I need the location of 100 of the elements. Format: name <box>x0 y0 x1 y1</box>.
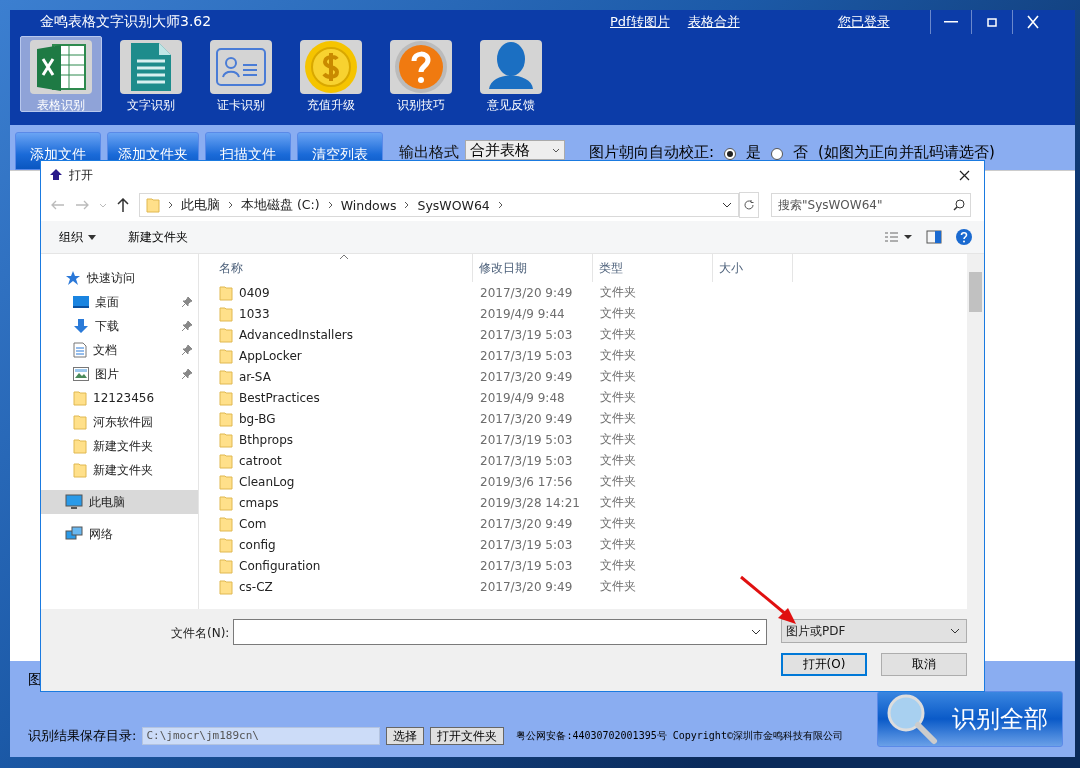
file-name[interactable]: CleanLog <box>239 474 295 489</box>
file-name[interactable]: bg-BG <box>239 411 276 426</box>
modified-date: 2017/3/19 5:03 <box>479 348 574 363</box>
folder-icon <box>219 410 233 427</box>
nav-label: 图片 <box>95 365 120 383</box>
chevron-right-icon[interactable] <box>168 201 173 209</box>
file-name[interactable]: cs-CZ <box>239 579 273 594</box>
nav-label: 桌面 <box>95 293 120 311</box>
breadcrumb[interactable]: SysWOW64 <box>417 197 490 213</box>
refresh-icon[interactable] <box>743 199 755 211</box>
file-name[interactable]: 0409 <box>239 285 270 300</box>
coin-icon <box>303 39 359 95</box>
file-type: 文件夹 <box>599 284 637 301</box>
nav-item[interactable]: 此电脑 <box>41 490 198 514</box>
file-name[interactable]: AppLocker <box>239 348 302 363</box>
radio-button[interactable] <box>724 148 737 160</box>
file-type-dropdown[interactable]: 图片或PDF <box>781 619 967 643</box>
file-name[interactable]: cmaps <box>239 495 279 510</box>
nav-item[interactable]: 新建文件夹 <box>41 434 198 458</box>
nav-item[interactable]: 12123456 <box>41 386 198 410</box>
filename-label: 文件名(N): <box>171 625 230 642</box>
file-name[interactable]: Configuration <box>239 558 321 573</box>
output-format-label: 输出格式 <box>399 143 459 162</box>
header-link[interactable]: 您已登录 <box>837 13 890 31</box>
close-icon[interactable] <box>958 169 970 181</box>
file-name[interactable]: AdvancedInstallers <box>239 327 353 342</box>
file-name[interactable]: ar-SA <box>239 369 271 384</box>
save-path-field[interactable]: C:\jmocr\jm189cn\ <box>142 727 381 745</box>
folder-icon <box>219 494 233 511</box>
column-header[interactable]: 名称 <box>199 254 473 282</box>
filename-field[interactable] <box>233 619 767 645</box>
nav-item[interactable]: 河东软件园 <box>41 410 198 434</box>
preview-pane-icon[interactable] <box>926 230 942 244</box>
chevron-right-icon[interactable] <box>327 201 333 209</box>
chevron-right-icon[interactable] <box>497 201 503 209</box>
file-name[interactable]: 1033 <box>239 306 270 321</box>
nav-item[interactable]: 网络 <box>41 522 198 546</box>
nav-label: 文档 <box>93 341 118 359</box>
dialog-button[interactable]: 取消 <box>881 653 967 676</box>
file-type: 文件夹 <box>599 557 637 574</box>
chevron-down-icon[interactable] <box>751 629 761 635</box>
folder-icon <box>219 536 233 553</box>
folder-icon <box>73 462 87 478</box>
file-name[interactable]: BestPractices <box>239 390 320 405</box>
breadcrumb[interactable]: Windows <box>340 197 397 213</box>
dialog-button[interactable]: 打开(O) <box>781 653 867 676</box>
file-name[interactable]: config <box>239 537 276 552</box>
command-button[interactable]: 新建文件夹 <box>122 227 194 247</box>
modified-date: 2017/3/20 9:49 <box>479 411 574 426</box>
nav-item[interactable]: 新建文件夹 <box>41 458 198 482</box>
folder-button[interactable]: 打开文件夹 <box>430 727 505 745</box>
column-header[interactable]: 修改日期 <box>473 254 593 282</box>
folder-icon <box>73 438 87 454</box>
scrollbar[interactable] <box>967 254 984 609</box>
header-link[interactable]: 表格合并 <box>687 13 740 31</box>
view-options-icon[interactable] <box>884 231 912 243</box>
chevron-down-icon[interactable] <box>722 202 732 208</box>
modified-date: 2017/3/19 5:03 <box>479 432 574 447</box>
download-icon <box>73 318 89 334</box>
chevron-right-icon[interactable] <box>228 201 233 209</box>
chevron-right-icon[interactable] <box>404 201 410 209</box>
search-icon <box>953 199 965 211</box>
nav-label: 下载 <box>95 317 120 335</box>
sort-icon <box>339 254 349 260</box>
up-arrow-icon[interactable] <box>117 198 129 212</box>
nav-label: 快速访问 <box>87 269 136 287</box>
modified-date: 2019/4/9 9:48 <box>479 390 566 405</box>
nav-item[interactable]: 下载 <box>41 314 198 338</box>
nav-item[interactable]: 图片 <box>41 362 198 386</box>
folder-icon <box>219 347 233 364</box>
modified-date: 2017/3/19 5:03 <box>479 537 574 552</box>
folder-icon <box>146 197 160 213</box>
file-name[interactable]: Com <box>239 516 267 531</box>
column-header[interactable]: 大小 <box>713 254 793 282</box>
file-name[interactable]: catroot <box>239 453 282 468</box>
nav-item[interactable]: 快速访问 <box>41 266 198 290</box>
nav-item[interactable]: 桌面 <box>41 290 198 314</box>
breadcrumb[interactable]: 此电脑 <box>181 196 220 214</box>
nav-label: 河东软件园 <box>93 413 154 431</box>
file-type: 文件夹 <box>599 536 637 553</box>
nav-item[interactable]: 文档 <box>41 338 198 362</box>
header-link[interactable]: Pdf转图片 <box>610 13 670 31</box>
folder-icon <box>219 473 233 490</box>
address-bar[interactable]: 此电脑 本地磁盘 (C:) Windows SysWOW64 <box>139 193 739 217</box>
output-format-dropdown[interactable]: 合并表格 <box>465 140 565 160</box>
minimize-icon[interactable] <box>943 21 958 23</box>
column-header[interactable]: 类型 <box>593 254 713 282</box>
recognize-all-button[interactable]: 识别全部 <box>877 691 1063 747</box>
modified-date: 2017/3/20 9:49 <box>479 285 574 300</box>
command-button[interactable]: 组织 <box>53 227 102 247</box>
maximize-icon[interactable] <box>986 17 997 27</box>
help-icon[interactable] <box>956 229 972 245</box>
file-type: 文件夹 <box>599 368 637 385</box>
radio-button[interactable] <box>771 148 784 160</box>
folder-icon <box>219 452 233 469</box>
folder-button[interactable]: 选择 <box>386 727 425 745</box>
file-type: 文件夹 <box>599 431 637 448</box>
breadcrumb[interactable]: 本地磁盘 (C:) <box>241 196 320 214</box>
search-field[interactable]: 搜索"SysWOW64" <box>771 193 971 217</box>
file-name[interactable]: Bthprops <box>239 432 294 447</box>
